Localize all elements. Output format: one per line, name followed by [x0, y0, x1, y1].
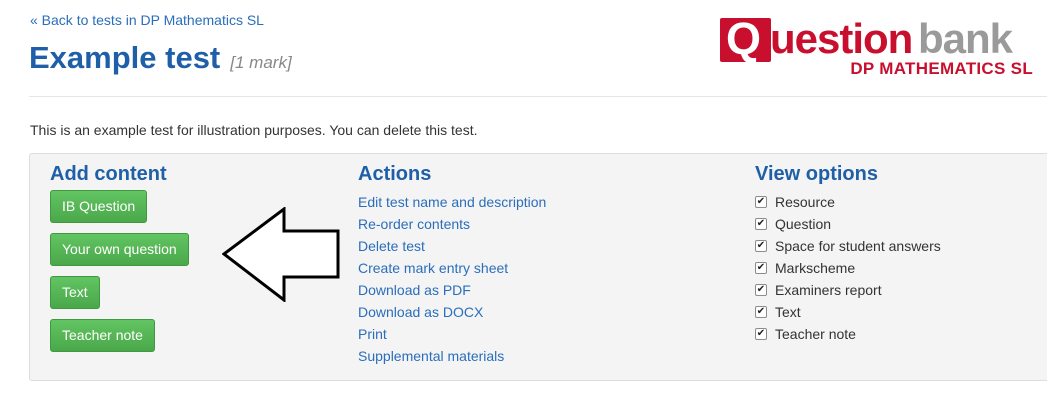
view-option-label: Space for student answers [775, 238, 941, 254]
download-docx-link[interactable]: Download as DOCX [358, 304, 483, 320]
create-mark-entry-sheet-link[interactable]: Create mark entry sheet [358, 260, 508, 276]
test-description: This is an example test for illustration… [30, 122, 478, 138]
add-teacher-note-button[interactable]: Teacher note [50, 319, 155, 352]
logo-word-question: uestion [770, 15, 913, 62]
view-option-label: Teacher note [775, 326, 856, 342]
add-text-button[interactable]: Text [50, 276, 100, 309]
print-link[interactable]: Print [358, 326, 387, 342]
title-row: Example test [1 mark] [29, 40, 292, 76]
download-pdf-link[interactable]: Download as PDF [358, 282, 471, 298]
checkbox-icon[interactable]: ✔ [755, 218, 767, 230]
add-content-heading: Add content [50, 163, 167, 185]
reorder-contents-link[interactable]: Re-order contents [358, 216, 470, 232]
logo-subtitle: DP MATHEMATICS SL [850, 59, 1033, 78]
view-option-label: Markscheme [775, 260, 856, 276]
back-link[interactable]: « Back to tests in DP Mathematics SL [30, 12, 264, 28]
header-divider [29, 96, 1047, 97]
checkbox-icon[interactable]: ✔ [755, 240, 767, 252]
logo-q-letter: Q [726, 13, 762, 64]
checkbox-icon[interactable]: ✔ [755, 262, 767, 274]
checkbox-icon[interactable]: ✔ [755, 328, 767, 340]
view-options-list: ✔ Resource ✔ Question ✔ Space for student a… [755, 191, 941, 345]
view-option-resource[interactable]: ✔ Resource [755, 191, 941, 213]
actions-list: Edit test name and description Re-order … [358, 191, 546, 367]
logo-word-bank: bank [918, 15, 1013, 62]
view-option-label: Question [775, 216, 832, 232]
view-option-student-answers[interactable]: ✔ Space for student answers [755, 235, 941, 257]
page-title: Example test [29, 40, 221, 75]
left-arrow-icon [222, 207, 340, 302]
view-option-label: Text [775, 304, 801, 320]
marks-label: [1 mark] [230, 53, 292, 72]
view-option-question[interactable]: ✔ Question [755, 213, 941, 235]
view-option-label: Examiners report [775, 282, 882, 298]
view-option-examiners-report[interactable]: ✔ Examiners report [755, 279, 941, 301]
questionbank-logo[interactable]: Q uestion bank DP MATHEMATICS SL [720, 13, 1033, 80]
view-options-heading: View options [755, 163, 878, 185]
supplemental-materials-link[interactable]: Supplemental materials [358, 348, 504, 364]
edit-test-name-link[interactable]: Edit test name and description [358, 194, 546, 210]
actions-heading: Actions [358, 163, 432, 185]
checkbox-icon[interactable]: ✔ [755, 284, 767, 296]
checkbox-icon[interactable]: ✔ [755, 196, 767, 208]
test-controls-panel: Add content IB Question Your own questio… [29, 153, 1047, 381]
view-option-text[interactable]: ✔ Text [755, 301, 941, 323]
add-own-question-button[interactable]: Your own question [50, 233, 189, 266]
add-ib-question-button[interactable]: IB Question [50, 190, 148, 223]
view-option-label: Resource [775, 194, 835, 210]
view-option-markscheme[interactable]: ✔ Markscheme [755, 257, 941, 279]
delete-test-link[interactable]: Delete test [358, 238, 425, 254]
view-option-teacher-note[interactable]: ✔ Teacher note [755, 323, 941, 345]
checkbox-icon[interactable]: ✔ [755, 306, 767, 318]
